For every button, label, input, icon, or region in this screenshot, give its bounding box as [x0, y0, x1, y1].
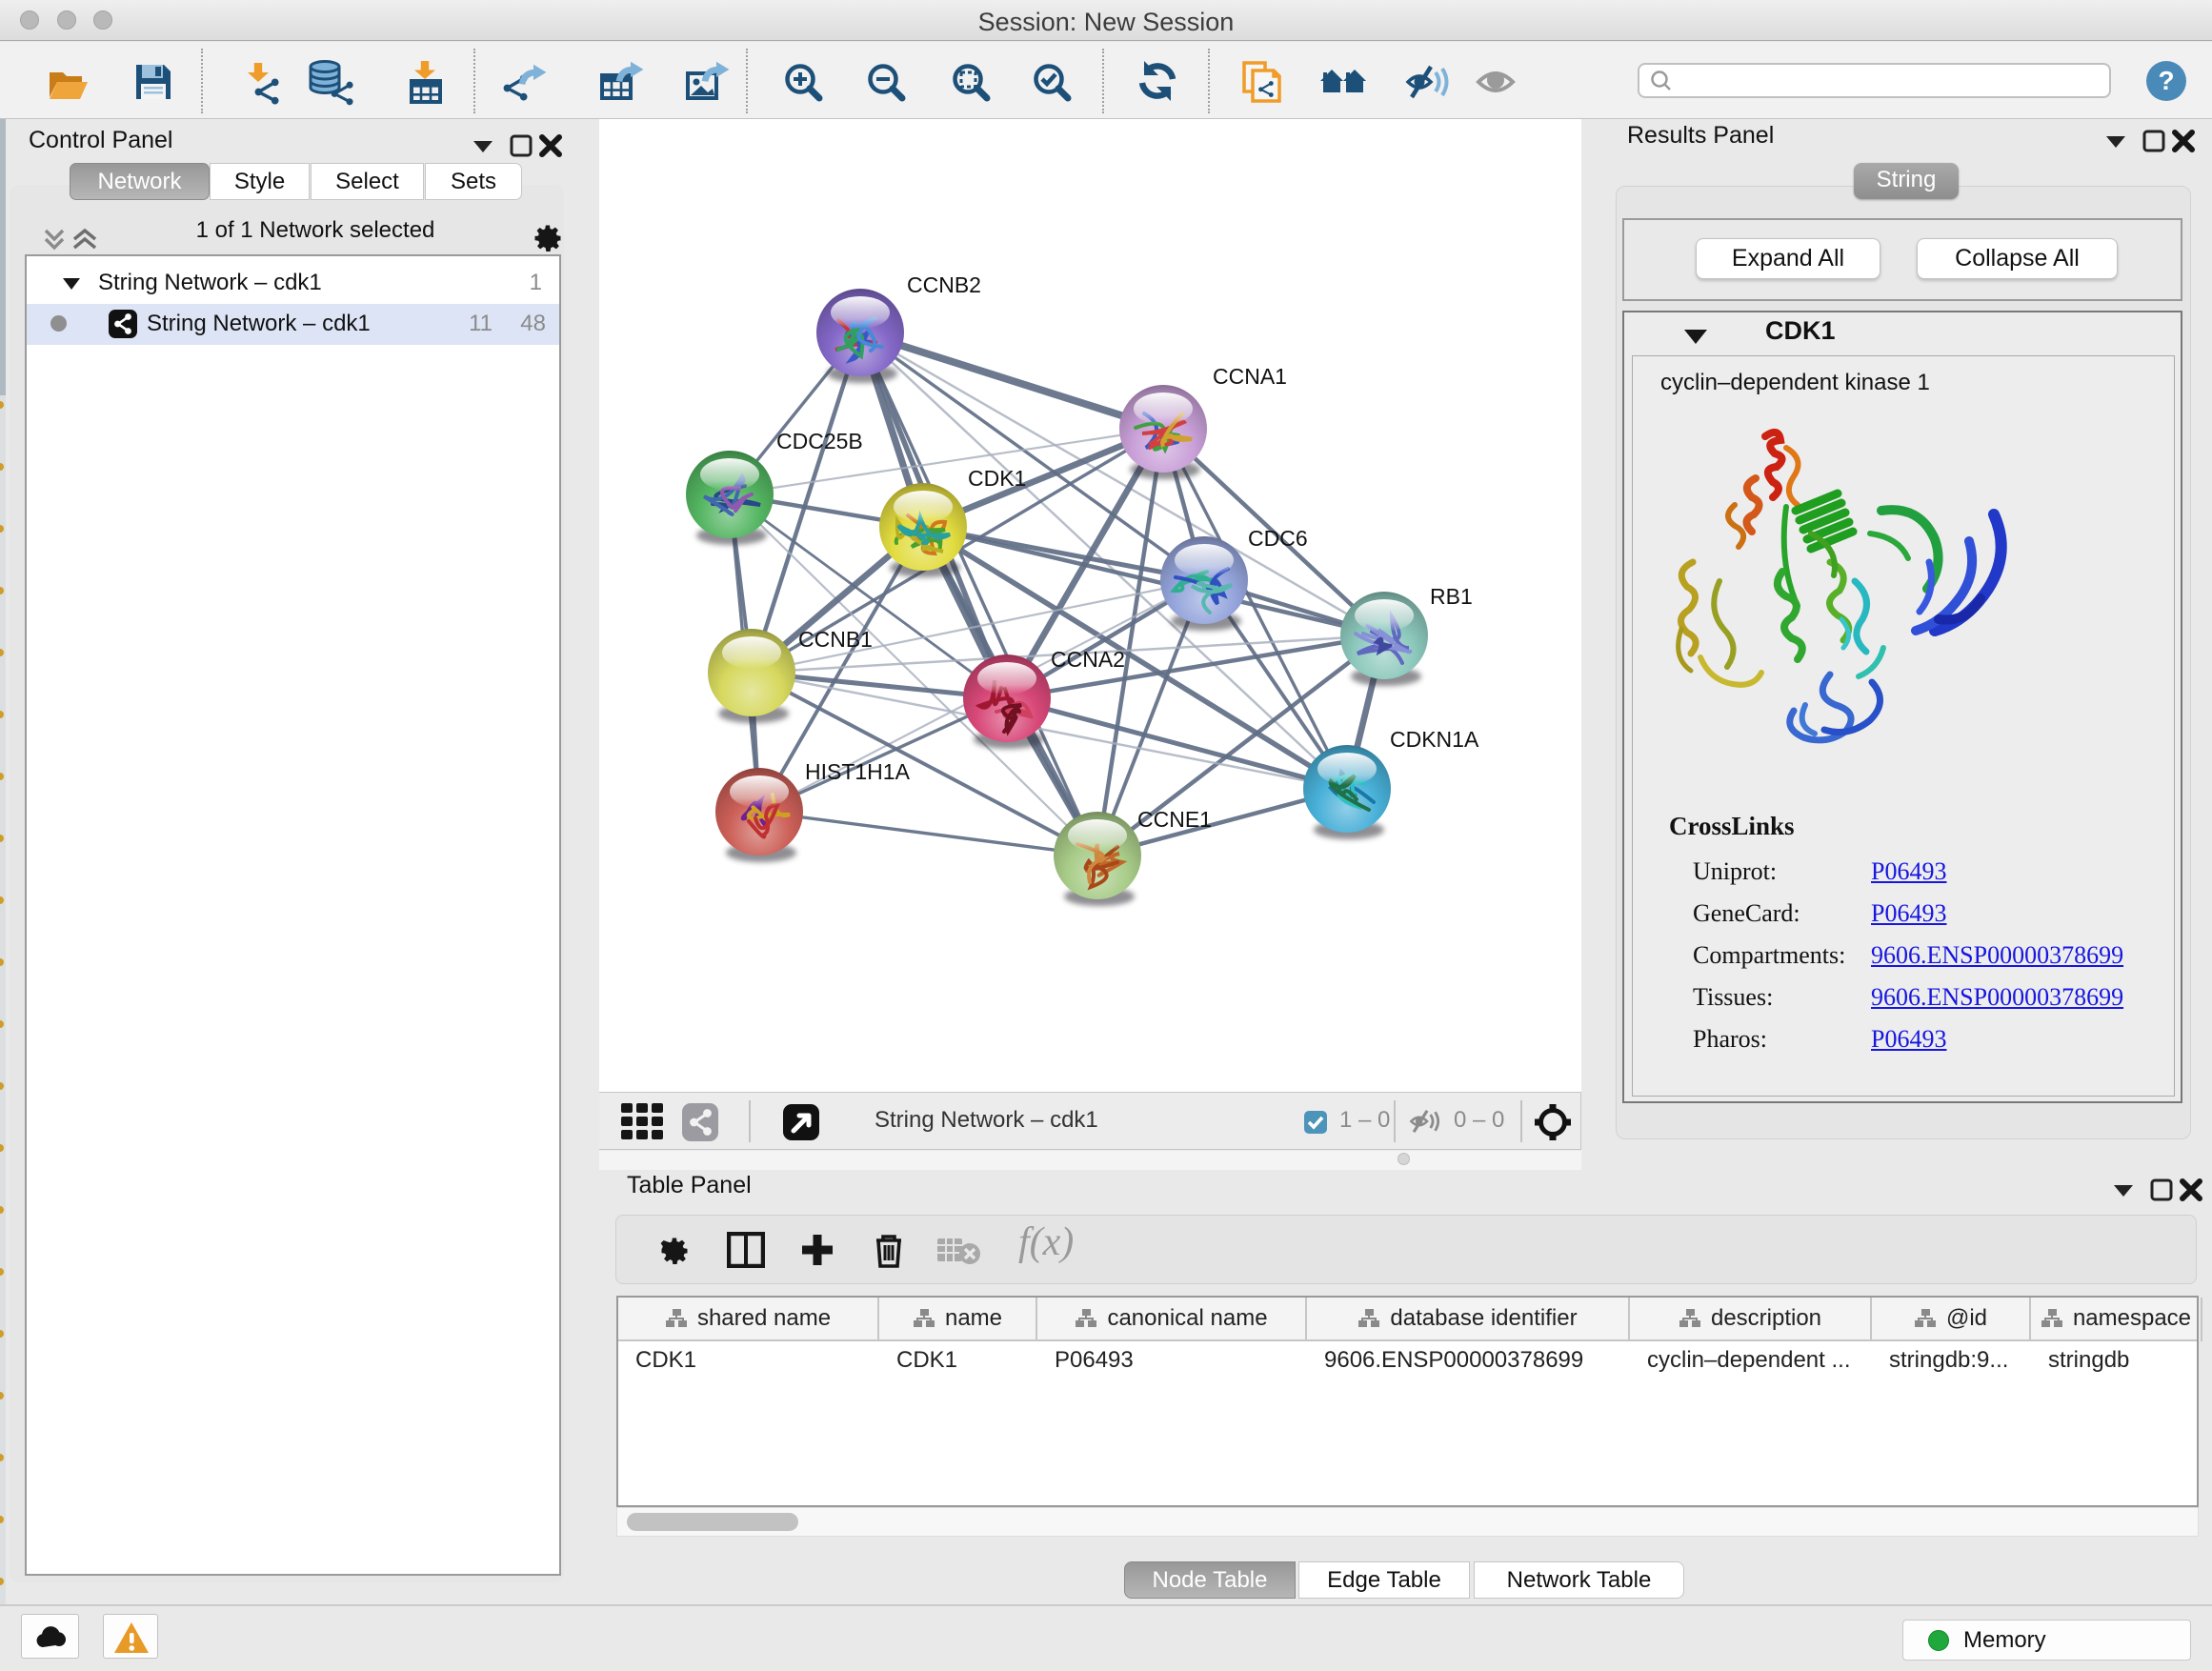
svg-text:CDKN1A: CDKN1A: [1390, 727, 1479, 752]
svg-text:CDC6: CDC6: [1248, 526, 1308, 551]
svg-text:HIST1H1A: HIST1H1A: [805, 759, 911, 784]
svg-text:CCNB2: CCNB2: [907, 272, 981, 297]
svg-text:CCNB1: CCNB1: [798, 627, 873, 652]
svg-text:RB1: RB1: [1430, 584, 1473, 609]
svg-text:CCNA1: CCNA1: [1213, 364, 1287, 389]
svg-text:CCNA2: CCNA2: [1051, 647, 1125, 672]
svg-text:CDK1: CDK1: [968, 466, 1026, 491]
svg-text:CCNE1: CCNE1: [1137, 807, 1212, 832]
svg-text:?: ?: [2158, 66, 2174, 95]
svg-text:CDC25B: CDC25B: [776, 429, 863, 453]
